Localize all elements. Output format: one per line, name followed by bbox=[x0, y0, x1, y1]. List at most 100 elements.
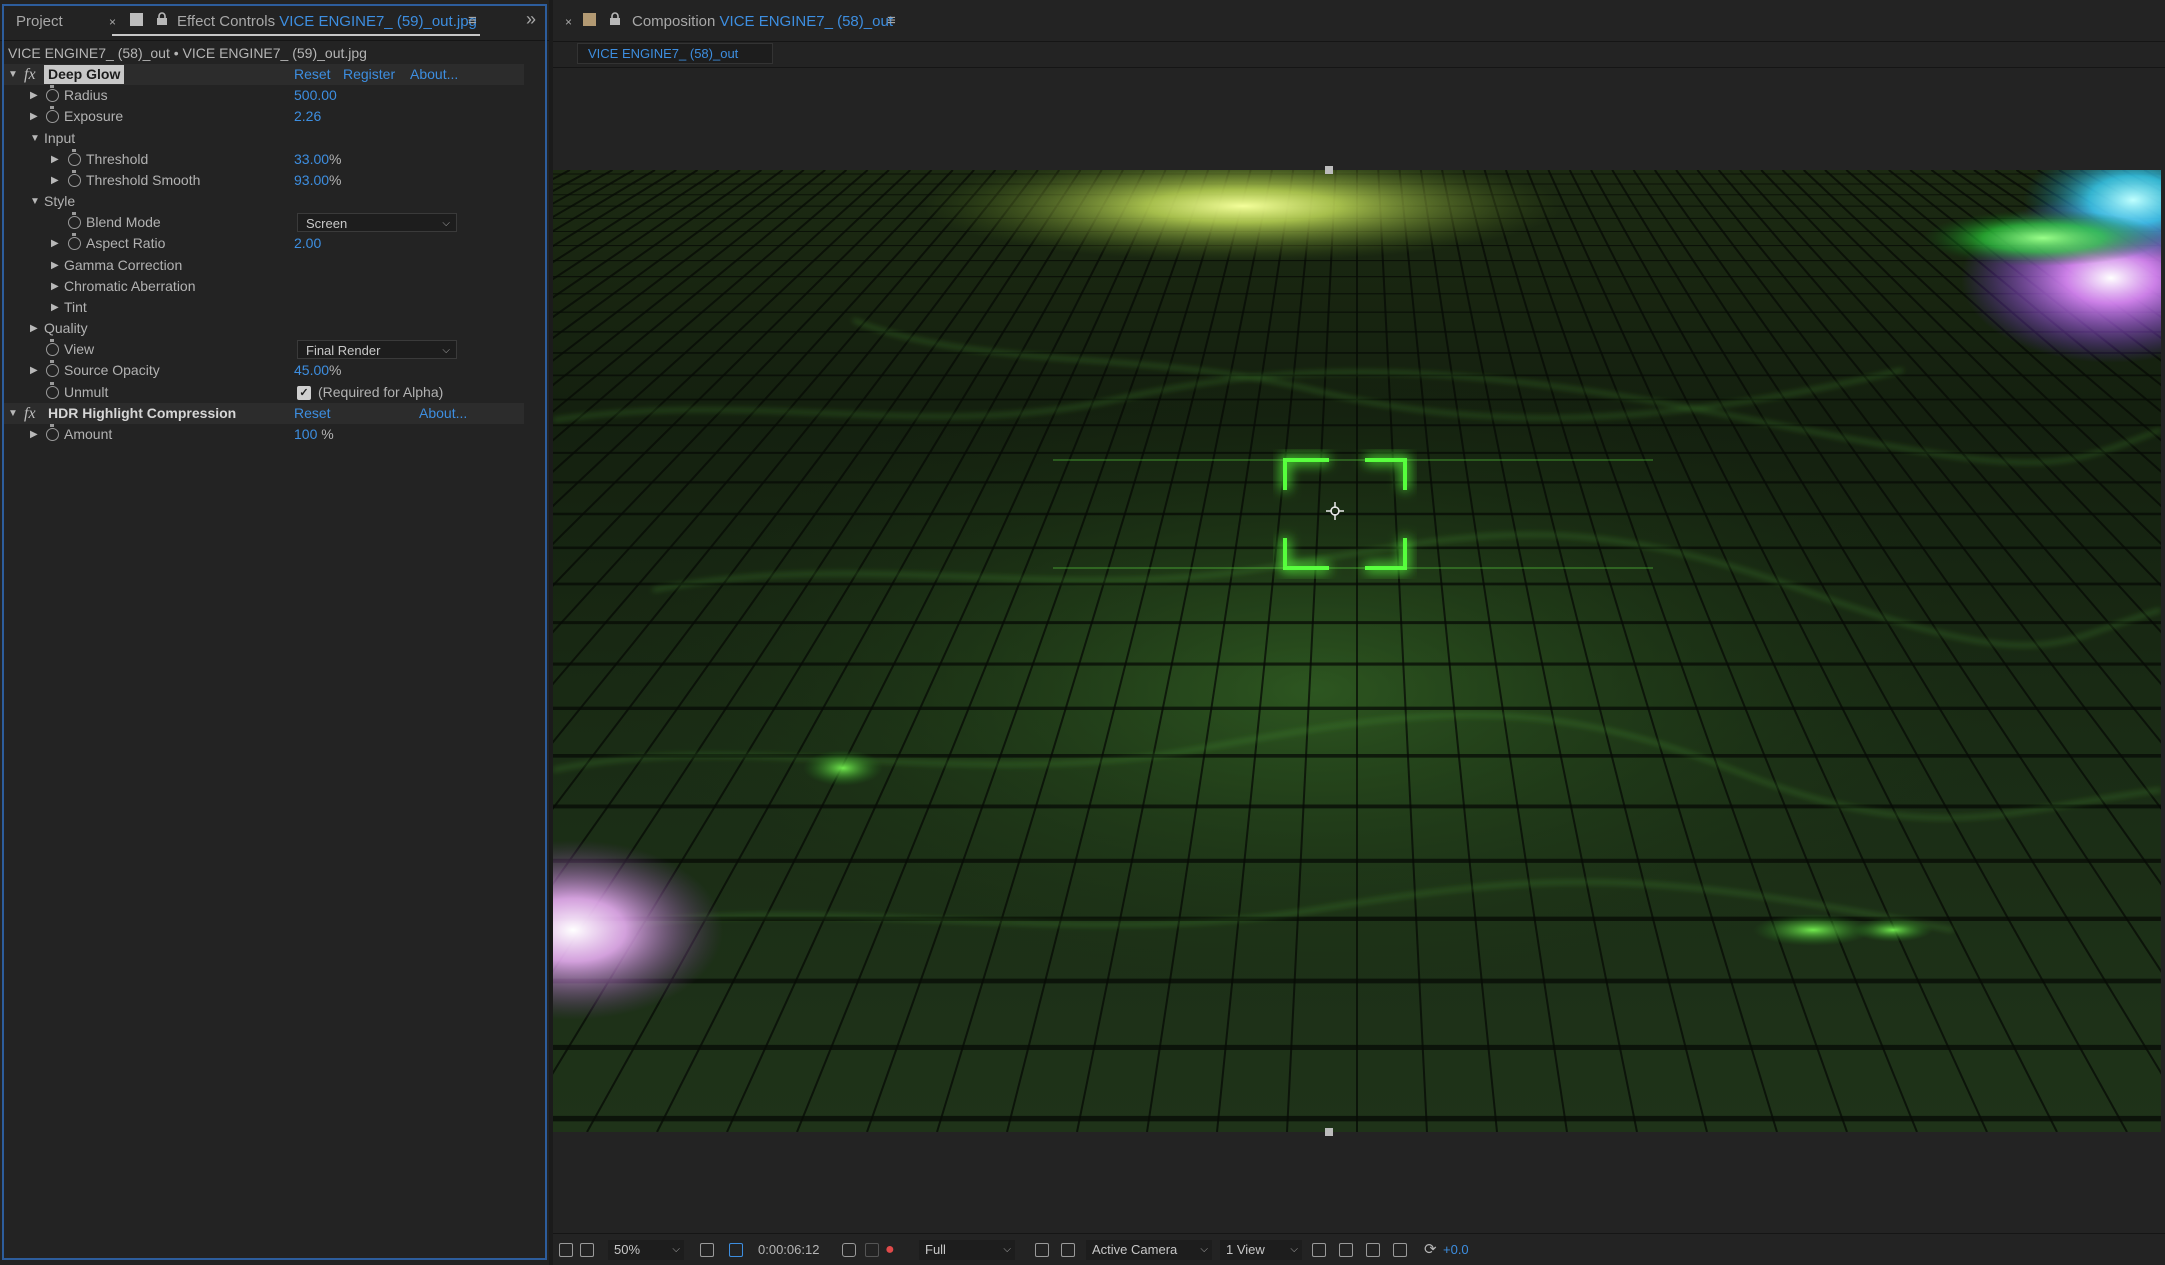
fit-icon[interactable] bbox=[700, 1243, 714, 1257]
fast-previews-icon[interactable] bbox=[1339, 1243, 1353, 1257]
show-snapshot-icon[interactable] bbox=[865, 1243, 879, 1257]
region-of-interest-icon[interactable] bbox=[729, 1243, 743, 1257]
group-gamma-correction[interactable]: ▶ Gamma Correction bbox=[4, 255, 524, 276]
reset-exposure-icon[interactable]: ⟳ bbox=[1424, 1234, 1437, 1265]
view-dropdown[interactable]: Final Render ⌵ bbox=[297, 340, 457, 359]
monitor-icon[interactable] bbox=[580, 1243, 594, 1257]
camera-dropdown[interactable]: Active Camera ⌵ bbox=[1086, 1240, 1212, 1260]
snapshot-camera-icon[interactable] bbox=[842, 1243, 856, 1257]
param-threshold-smooth[interactable]: ▶ Threshold Smooth 93.00% bbox=[4, 170, 524, 191]
expand-triangle-icon[interactable]: ▶ bbox=[30, 318, 38, 339]
param-source-opacity[interactable]: ▶ Source Opacity 45.00% bbox=[4, 360, 524, 381]
stopwatch-icon[interactable] bbox=[46, 106, 59, 123]
always-preview-icon[interactable] bbox=[559, 1243, 573, 1257]
param-unmult[interactable]: Unmult ✓ (Required for Alpha) bbox=[4, 382, 524, 403]
stopwatch-icon[interactable] bbox=[68, 233, 81, 250]
about-link[interactable]: About... bbox=[419, 403, 467, 424]
fx-icon[interactable]: fx bbox=[24, 64, 36, 85]
group-chromatic-aberration[interactable]: ▶ Chromatic Aberration bbox=[4, 276, 524, 297]
expand-triangle-icon[interactable]: ▶ bbox=[30, 85, 38, 106]
expand-triangle-icon[interactable]: ▶ bbox=[51, 276, 59, 297]
param-number[interactable]: 33.00 bbox=[294, 151, 329, 167]
collapse-triangle-icon[interactable]: ▼ bbox=[30, 191, 40, 212]
expand-triangle-icon[interactable]: ▶ bbox=[51, 170, 59, 191]
param-view[interactable]: View Final Render ⌵ bbox=[4, 339, 524, 360]
comp-canvas[interactable] bbox=[553, 170, 2161, 1132]
group-style[interactable]: ▼ Style bbox=[4, 191, 524, 212]
stopwatch-icon[interactable] bbox=[46, 424, 59, 441]
stopwatch-icon[interactable] bbox=[46, 382, 59, 399]
toggle-pixel-aspect-icon[interactable] bbox=[1312, 1243, 1326, 1257]
expand-triangle-icon[interactable]: ▶ bbox=[51, 233, 59, 254]
effect-name[interactable]: HDR Highlight Compression bbox=[44, 404, 240, 423]
tab-composition[interactable]: Composition VICE ENGINE7_ (58)_out bbox=[632, 0, 893, 41]
param-label: Amount bbox=[64, 426, 113, 442]
collapse-triangle-icon[interactable]: ▼ bbox=[8, 64, 18, 85]
flowchart-icon[interactable] bbox=[1393, 1243, 1407, 1257]
param-radius[interactable]: ▶ Radius 500.00 bbox=[4, 85, 524, 106]
close-icon[interactable]: × bbox=[565, 16, 572, 28]
comp-subtab[interactable]: VICE ENGINE7_ (58)_out bbox=[577, 43, 773, 64]
param-value[interactable]: 2.00 bbox=[294, 233, 321, 254]
about-link[interactable]: About... bbox=[410, 64, 458, 85]
param-value[interactable]: 93.00% bbox=[294, 170, 342, 191]
expand-triangle-icon[interactable]: ▶ bbox=[51, 297, 59, 318]
lock-icon[interactable] bbox=[609, 12, 621, 28]
stopwatch-icon[interactable] bbox=[46, 85, 59, 102]
stopwatch-icon[interactable] bbox=[68, 149, 81, 166]
param-amount[interactable]: ▶ Amount 100 % bbox=[4, 424, 524, 445]
param-blend-mode[interactable]: Blend Mode Screen ⌵ bbox=[4, 212, 524, 233]
expand-triangle-icon[interactable]: ▶ bbox=[51, 255, 59, 276]
exposure-value[interactable]: +0.0 bbox=[1443, 1234, 1469, 1265]
param-number[interactable]: 100 bbox=[294, 426, 317, 442]
group-quality[interactable]: ▶ Quality bbox=[4, 318, 524, 339]
register-link[interactable]: Register bbox=[343, 64, 395, 85]
view-layout-value: 1 View bbox=[1226, 1242, 1265, 1257]
param-value[interactable]: 45.00% bbox=[294, 360, 342, 381]
group-tint[interactable]: ▶ Tint bbox=[4, 297, 524, 318]
panel-menu-icon[interactable]: ≡ bbox=[887, 13, 896, 28]
chevron-down-icon: ⌵ bbox=[442, 218, 450, 229]
effect-hdr-header[interactable]: ▼ fx HDR Highlight Compression Reset Abo… bbox=[4, 403, 524, 424]
expand-triangle-icon[interactable]: ▶ bbox=[51, 149, 59, 170]
param-value[interactable]: 33.00% bbox=[294, 149, 342, 170]
transparency-grid-icon[interactable] bbox=[1061, 1243, 1075, 1257]
layer-handle-top[interactable] bbox=[1325, 166, 1333, 174]
collapse-triangle-icon[interactable]: ▼ bbox=[30, 128, 40, 149]
resolution-dropdown[interactable]: Full ⌵ bbox=[919, 1240, 1015, 1260]
unmult-checkbox[interactable]: ✓ bbox=[297, 386, 311, 400]
timeline-icon[interactable] bbox=[1366, 1243, 1380, 1257]
layer-handle-bottom[interactable] bbox=[1325, 1128, 1333, 1136]
comp-viewer[interactable] bbox=[553, 68, 2165, 1233]
param-value[interactable]: 100 % bbox=[294, 424, 334, 445]
param-value[interactable]: 2.26 bbox=[294, 106, 321, 127]
view-layout-dropdown[interactable]: 1 View ⌵ bbox=[1220, 1240, 1302, 1260]
stopwatch-icon[interactable] bbox=[46, 360, 59, 377]
anchor-point-icon[interactable] bbox=[1326, 502, 1344, 520]
param-unit: % bbox=[321, 426, 334, 442]
target-region-icon[interactable] bbox=[1035, 1243, 1049, 1257]
param-number[interactable]: 45.00 bbox=[294, 362, 329, 378]
param-value[interactable]: 500.00 bbox=[294, 85, 337, 106]
timecode[interactable]: 0:00:06:12 bbox=[758, 1234, 819, 1265]
param-exposure[interactable]: ▶ Exposure 2.26 bbox=[4, 106, 524, 127]
reset-link[interactable]: Reset bbox=[294, 403, 331, 424]
expand-triangle-icon[interactable]: ▶ bbox=[30, 360, 38, 381]
fx-icon[interactable]: fx bbox=[24, 403, 36, 424]
blend-mode-dropdown[interactable]: Screen ⌵ bbox=[297, 213, 457, 232]
collapse-triangle-icon[interactable]: ▼ bbox=[8, 403, 18, 424]
reset-link[interactable]: Reset bbox=[294, 64, 331, 85]
stopwatch-icon[interactable] bbox=[68, 170, 81, 187]
expand-triangle-icon[interactable]: ▶ bbox=[30, 106, 38, 127]
color-channels-icon[interactable]: ● bbox=[885, 1234, 895, 1265]
stopwatch-icon[interactable] bbox=[68, 212, 81, 229]
param-number[interactable]: 93.00 bbox=[294, 172, 329, 188]
group-input[interactable]: ▼ Input bbox=[4, 128, 524, 149]
effect-deep-glow-header[interactable]: ▼ fx Deep Glow Reset Register About... bbox=[4, 64, 524, 85]
zoom-dropdown[interactable]: 50% ⌵ bbox=[608, 1240, 684, 1260]
param-aspect-ratio[interactable]: ▶ Aspect Ratio 2.00 bbox=[4, 233, 524, 254]
effect-name[interactable]: Deep Glow bbox=[44, 65, 125, 84]
param-threshold[interactable]: ▶ Threshold 33.00% bbox=[4, 149, 524, 170]
expand-triangle-icon[interactable]: ▶ bbox=[30, 424, 38, 445]
stopwatch-icon[interactable] bbox=[46, 339, 59, 356]
